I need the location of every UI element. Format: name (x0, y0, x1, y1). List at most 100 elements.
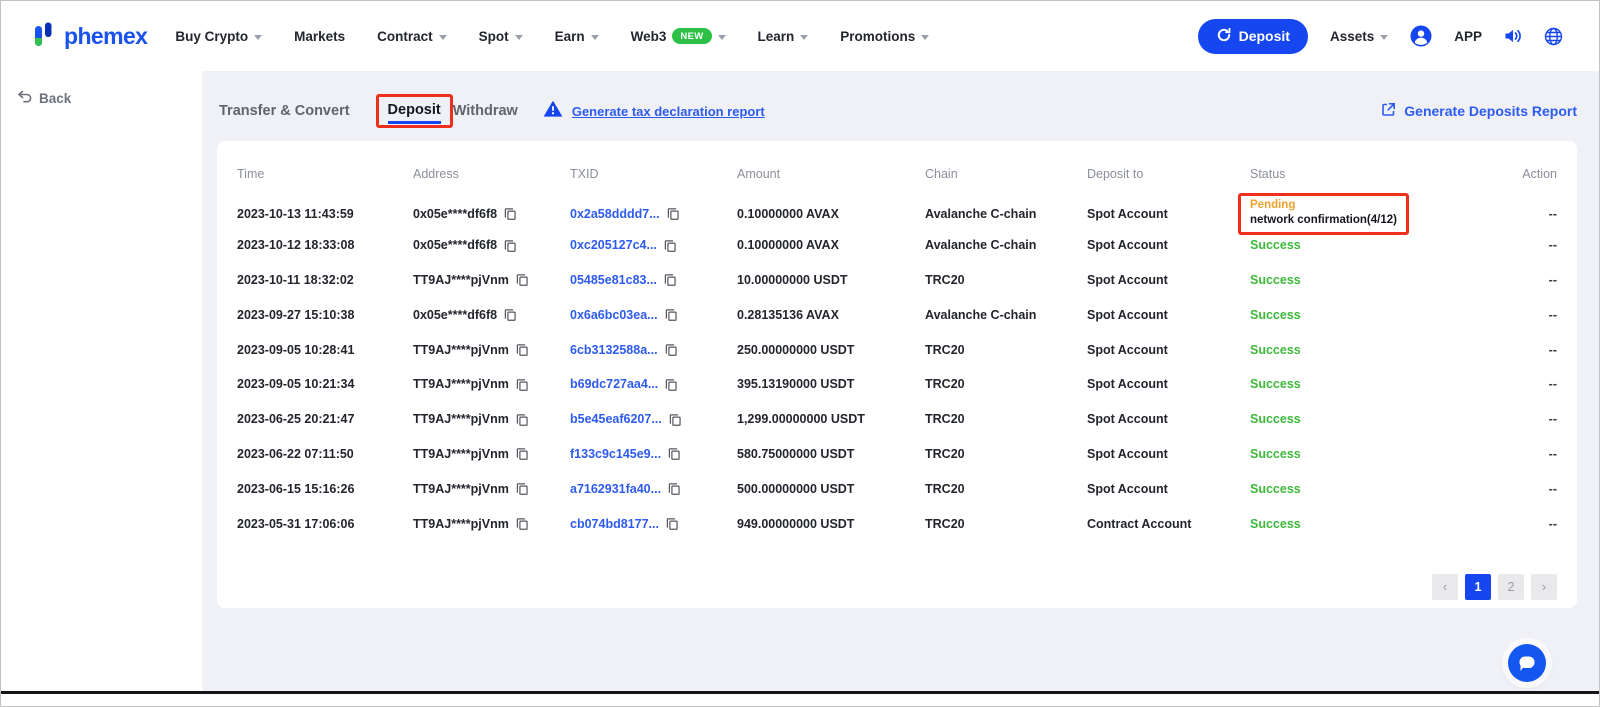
status-success-label: Success (1250, 482, 1301, 496)
txid-link[interactable]: b5e45eaf6207... (570, 412, 662, 426)
cell-status: Success (1250, 308, 1480, 322)
nav-item-promotions[interactable]: Promotions (840, 29, 929, 44)
txid-link[interactable]: 0xc205127c4... (570, 238, 657, 252)
cell-time: 2023-09-05 10:28:41 (237, 343, 413, 357)
txid-link[interactable]: 0x6a6bc03ea... (570, 308, 658, 322)
pagination-page-2[interactable]: 2 (1498, 574, 1524, 600)
cell-status: Success (1250, 343, 1480, 357)
copy-txid-icon[interactable] (664, 239, 677, 253)
pagination-prev-button[interactable]: ‹ (1432, 574, 1458, 600)
nav-item-label: Web3 (631, 29, 667, 44)
txid-link[interactable]: a7162931fa40... (570, 482, 661, 496)
tab-withdraw[interactable]: Withdraw (453, 103, 518, 119)
back-arrow-icon (17, 90, 32, 106)
nav-item-contract[interactable]: Contract (377, 29, 447, 44)
copy-txid-icon[interactable] (666, 517, 679, 531)
copy-address-icon[interactable] (516, 273, 529, 287)
cell-deposit-to: Spot Account (1087, 377, 1250, 391)
back-button[interactable]: Back (17, 90, 71, 106)
copy-address-icon[interactable] (504, 308, 517, 322)
cell-deposit-to: Spot Account (1087, 308, 1250, 322)
cell-action: -- (1480, 308, 1557, 322)
tax-report-link[interactable]: Generate tax declaration report (572, 104, 765, 119)
annotation-pending-status: Pendingnetwork confirmation(4/12) (1238, 193, 1409, 235)
col-header-deposit-to: Deposit to (1087, 167, 1250, 181)
phemex-logo[interactable]: phemex (33, 20, 147, 53)
app-link[interactable]: APP (1454, 29, 1482, 44)
copy-txid-icon[interactable] (667, 207, 680, 221)
announcements-speaker-icon[interactable] (1504, 28, 1522, 44)
cell-address: TT9AJ****pjVnm (413, 446, 570, 461)
tab-transfer-convert[interactable]: Transfer & Convert (219, 103, 350, 119)
txid-link[interactable]: cb074bd8177... (570, 517, 659, 531)
address-text: TT9AJ****pjVnm (413, 447, 509, 461)
txid-link[interactable]: 05485e81c83... (570, 273, 657, 287)
cell-txid: 05485e81c83... (570, 272, 737, 287)
cell-chain: TRC20 (925, 412, 1087, 426)
nav-item-earn[interactable]: Earn (555, 29, 599, 44)
pagination-next-button[interactable]: › (1531, 574, 1557, 600)
assets-menu[interactable]: Assets (1330, 29, 1388, 44)
cell-status: Success (1250, 517, 1480, 531)
cell-txid: b69dc727aa4... (570, 377, 737, 392)
copy-address-icon[interactable] (516, 482, 529, 496)
annotation-deposit-tab: Deposit (376, 94, 453, 128)
copy-txid-icon[interactable] (665, 308, 678, 322)
cell-deposit-to: Spot Account (1087, 482, 1250, 496)
copy-txid-icon[interactable] (665, 378, 678, 392)
copy-address-icon[interactable] (504, 239, 517, 253)
table-row: 2023-06-25 20:21:47TT9AJ****pjVnmb5e45ea… (237, 402, 1557, 437)
support-chat-button[interactable] (1508, 644, 1546, 682)
cell-status: Success (1250, 447, 1480, 461)
copy-address-icon[interactable] (504, 207, 517, 221)
cell-deposit-to: Contract Account (1087, 517, 1250, 531)
txid-link[interactable]: b69dc727aa4... (570, 377, 658, 391)
copy-address-icon[interactable] (516, 378, 529, 392)
cell-amount: 250.00000000 USDT (737, 343, 925, 357)
chevron-down-icon (800, 35, 808, 40)
txid-link[interactable]: 6cb3132588a... (570, 343, 658, 357)
cell-chain: Avalanche C-chain (925, 308, 1087, 322)
tax-report-group[interactable]: Generate tax declaration report (544, 101, 765, 122)
deposit-button[interactable]: Deposit (1198, 19, 1308, 54)
address-text: TT9AJ****pjVnm (413, 482, 509, 496)
address-text: TT9AJ****pjVnm (413, 343, 509, 357)
cell-chain: TRC20 (925, 273, 1087, 287)
cell-time: 2023-10-11 18:32:02 (237, 273, 413, 287)
copy-address-icon[interactable] (516, 413, 529, 427)
language-globe-icon[interactable] (1544, 27, 1563, 46)
txid-link[interactable]: f133c9c145e9... (570, 447, 661, 461)
pagination-page-1[interactable]: 1 (1465, 574, 1491, 600)
cell-status: Success (1250, 273, 1480, 287)
pagination: ‹ 12 › (1432, 574, 1557, 600)
table-row: 2023-09-05 10:28:41TT9AJ****pjVnm 6cb3132… (237, 332, 1557, 367)
nav-item-spot[interactable]: Spot (479, 29, 523, 44)
txid-link[interactable]: 0x2a58dddd7... (570, 207, 660, 221)
copy-txid-icon[interactable] (665, 343, 678, 357)
table-body: 2023-10-13 11:43:590x05e****df6f80x2a58d… (237, 193, 1557, 541)
cell-address: TT9AJ****pjVnm (413, 272, 570, 287)
copy-txid-icon[interactable] (664, 273, 677, 287)
generate-deposits-report-link[interactable]: Generate Deposits Report (1381, 102, 1577, 120)
cell-status: Pendingnetwork confirmation(4/12) (1250, 193, 1480, 235)
nav-item-markets[interactable]: Markets (294, 29, 345, 44)
copy-txid-icon[interactable] (668, 482, 681, 496)
tab-deposit[interactable]: Deposit (388, 102, 441, 124)
account-avatar[interactable] (1410, 25, 1432, 47)
cell-amount: 949.00000000 USDT (737, 517, 925, 531)
address-text: 0x05e****df6f8 (413, 308, 497, 322)
address-text: 0x05e****df6f8 (413, 207, 497, 221)
copy-address-icon[interactable] (516, 343, 529, 357)
copy-address-icon[interactable] (516, 517, 529, 531)
copy-address-icon[interactable] (516, 447, 529, 461)
copy-txid-icon[interactable] (669, 413, 682, 427)
cell-action: -- (1480, 412, 1557, 426)
cell-address: TT9AJ****pjVnm (413, 377, 570, 392)
cell-address: TT9AJ****pjVnm (413, 412, 570, 427)
nav-item-buy-crypto[interactable]: Buy Crypto (175, 29, 262, 44)
nav-item-learn[interactable]: Learn (758, 29, 809, 44)
address-text: TT9AJ****pjVnm (413, 273, 509, 287)
nav-item-web3[interactable]: Web3NEW (631, 28, 726, 44)
deposit-history-card: Time Address TXID Amount Chain Deposit t… (217, 141, 1577, 608)
copy-txid-icon[interactable] (668, 447, 681, 461)
